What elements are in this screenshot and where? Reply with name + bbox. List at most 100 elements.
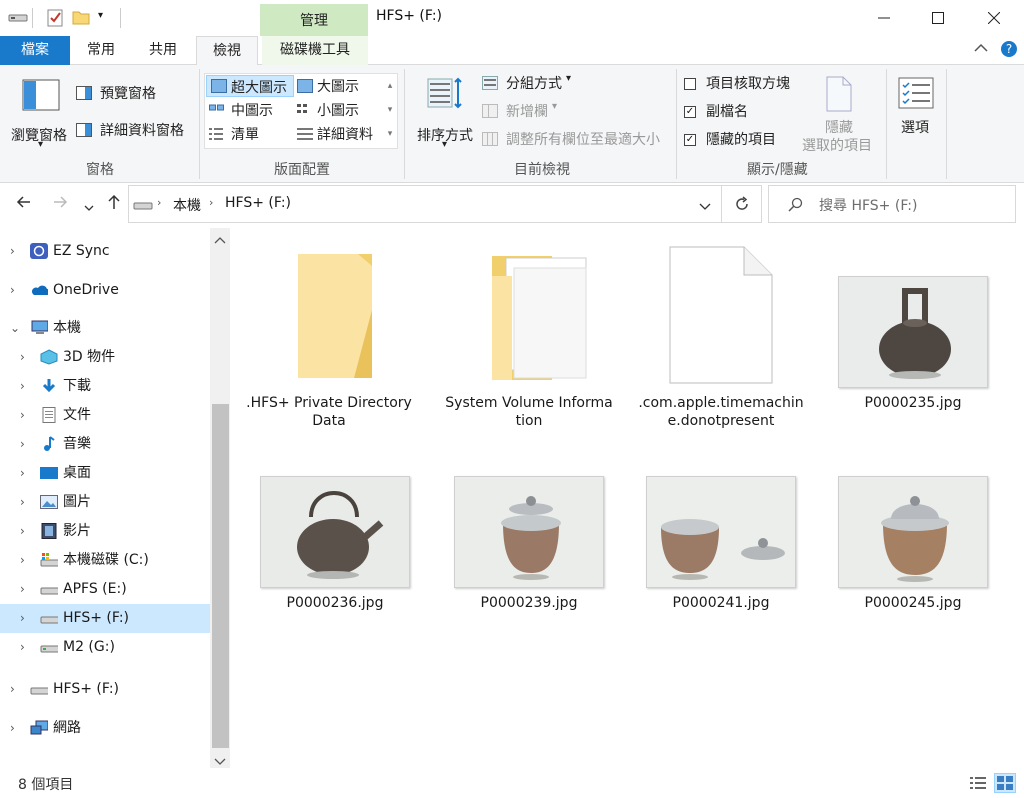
chevron-right-icon[interactable]: › <box>20 517 25 546</box>
nav-item-pictures[interactable]: › 圖片 <box>0 488 210 517</box>
maximize-button[interactable] <box>910 0 966 36</box>
file-extensions-toggle[interactable]: ✓ 副檔名 <box>684 101 804 123</box>
hide-selected-button[interactable]: 隱藏 選取的項目 <box>800 73 880 157</box>
breadcrumb-this-pc[interactable]: 本機 <box>173 195 201 215</box>
recent-locations-button[interactable] <box>84 197 94 216</box>
details-view-icon[interactable] <box>970 775 986 795</box>
details-pane-button[interactable]: 詳細資料窗格 <box>76 120 196 142</box>
new-folder-icon[interactable] <box>72 8 90 30</box>
checkbox[interactable] <box>684 78 696 90</box>
nav-item-onedrive[interactable]: › OneDrive <box>0 276 210 305</box>
file-name: .HFS+ Private Directory Data <box>246 395 412 429</box>
chevron-right-icon[interactable]: › <box>20 546 25 575</box>
nav-item-m2-g[interactable]: › M2 (G:) <box>0 633 210 662</box>
nav-item-local-disk-c[interactable]: › 本機磁碟 (C:) <box>0 546 210 575</box>
nav-item-ez-sync[interactable]: › EZ Sync <box>0 237 210 266</box>
chevron-down-icon[interactable]: ⌄ <box>10 314 20 343</box>
file-item-p0000241[interactable]: P0000241.jpg <box>636 474 806 624</box>
tab-view[interactable]: 檢視 <box>196 36 258 66</box>
collapse-ribbon-icon[interactable] <box>974 42 988 56</box>
navigation-pane-button[interactable]: 瀏覽窗格 ▾ <box>8 73 74 153</box>
breadcrumb-drive[interactable]: HFS+ (F:) <box>225 195 291 211</box>
chevron-right-icon[interactable]: › <box>20 459 25 488</box>
file-item-p0000245[interactable]: P0000245.jpg <box>828 474 998 624</box>
details-pane-label: 詳細資料窗格 <box>100 123 184 139</box>
details-label: 詳細資料 <box>317 127 373 143</box>
tab-file[interactable]: 檔案 <box>0 36 70 65</box>
group-by-button[interactable]: 分組方式 ▾ <box>482 73 582 95</box>
checkbox-checked[interactable]: ✓ <box>684 106 696 118</box>
chevron-right-icon[interactable]: › <box>20 604 25 633</box>
customize-toolbar-icon[interactable]: ▾ <box>98 10 103 21</box>
chevron-right-icon[interactable]: › <box>10 276 15 305</box>
fit-columns-button[interactable]: 調整所有欄位至最適大小 <box>482 129 672 151</box>
drive-icon <box>8 10 28 28</box>
layout-extra-large-icons[interactable]: 超大圖示 <box>206 75 294 97</box>
nav-item-desktop[interactable]: › 桌面 <box>0 459 210 488</box>
chevron-down-icon: ▾ <box>566 73 572 84</box>
options-button[interactable]: 選項 <box>894 73 940 153</box>
nav-item-videos[interactable]: › 影片 <box>0 517 210 546</box>
chevron-right-icon[interactable]: › <box>10 714 15 743</box>
chevron-right-icon[interactable]: › <box>20 343 25 372</box>
file-item-p0000236[interactable]: P0000236.jpg <box>250 474 420 624</box>
tab-share[interactable]: 共用 <box>138 36 188 65</box>
close-button[interactable] <box>966 0 1022 36</box>
checkbox-checked[interactable]: ✓ <box>684 134 696 146</box>
file-item-timemachine[interactable]: .com.apple.timemachine.donotpresent <box>636 246 806 436</box>
chevron-down-icon[interactable] <box>699 199 711 215</box>
nav-item-hfs-f-removable[interactable]: › HFS+ (F:) <box>0 675 210 704</box>
hidden-items-toggle[interactable]: ✓ 隱藏的項目 <box>684 129 804 151</box>
large-icons-view-icon[interactable] <box>994 773 1016 793</box>
chevron-right-icon[interactable]: › <box>20 575 25 604</box>
nav-item-network[interactable]: › 網路 <box>0 714 210 743</box>
nav-label: 文件 <box>63 407 91 423</box>
tab-drive-tools[interactable]: 磁碟機工具 <box>262 36 368 65</box>
help-icon[interactable]: ? <box>1000 40 1018 62</box>
chevron-right-icon[interactable]: › <box>20 401 25 430</box>
nav-item-this-pc[interactable]: ⌄ 本機 <box>0 314 210 343</box>
back-button[interactable] <box>16 194 32 214</box>
minimize-button[interactable] <box>856 0 912 36</box>
layout-details[interactable]: 詳細資料 <box>297 124 383 146</box>
address-bar[interactable]: › 本機 › HFS+ (F:) <box>128 185 722 223</box>
chevron-right-icon[interactable]: › <box>10 237 15 266</box>
up-button[interactable] <box>106 194 122 214</box>
chevron-right-icon[interactable]: › <box>20 633 25 662</box>
chevron-right-icon[interactable]: › <box>157 196 161 209</box>
scroll-up-icon[interactable] <box>214 232 226 248</box>
layout-medium-icons[interactable]: 中圖示 <box>209 100 295 122</box>
file-item-system-volume[interactable]: System Volume Information <box>444 246 614 436</box>
tab-home[interactable]: 常用 <box>76 36 126 65</box>
item-checkboxes-toggle[interactable]: 項目核取方塊 <box>684 73 804 95</box>
chevron-right-icon[interactable]: › <box>20 430 25 459</box>
sort-by-button[interactable]: 排序方式 ▾ <box>414 73 476 153</box>
chevron-right-icon[interactable]: › <box>209 196 213 209</box>
layout-small-icons[interactable]: 小圖示 <box>297 100 383 122</box>
preview-pane-button[interactable]: 預覽窗格 <box>76 83 186 105</box>
nav-item-3d-objects[interactable]: › 3D 物件 <box>0 343 210 372</box>
forward-button[interactable] <box>52 194 68 214</box>
nav-item-hfs-f[interactable]: › HFS+ (F:) <box>0 604 210 633</box>
properties-icon[interactable] <box>46 8 64 32</box>
manage-context-tab[interactable]: 管理 <box>260 4 368 36</box>
refresh-button[interactable] <box>722 185 762 223</box>
chevron-right-icon[interactable]: › <box>20 488 25 517</box>
search-box[interactable]: 搜尋 HFS+ (F:) <box>768 185 1016 223</box>
chevron-right-icon[interactable]: › <box>20 372 25 401</box>
nav-item-documents[interactable]: › 文件 <box>0 401 210 430</box>
file-item-p0000235[interactable]: P0000235.jpg <box>828 246 998 436</box>
gallery-scroll[interactable]: ▴ ▾ ▾ <box>383 74 397 148</box>
file-item-hfs-private[interactable]: .HFS+ Private Directory Data <box>244 246 414 436</box>
add-columns-button[interactable]: 新增欄 ▾ <box>482 101 582 123</box>
file-item-p0000239[interactable]: P0000239.jpg <box>444 474 614 624</box>
nav-label: 網路 <box>53 720 81 736</box>
layout-list[interactable]: 清單 <box>209 124 295 146</box>
nav-item-apfs-e[interactable]: › APFS (E:) <box>0 575 210 604</box>
chevron-down-icon: ▾ <box>38 139 44 150</box>
scrollbar-thumb[interactable] <box>212 404 229 748</box>
nav-item-downloads[interactable]: › 下載 <box>0 372 210 401</box>
nav-item-music[interactable]: › 音樂 <box>0 430 210 459</box>
chevron-right-icon[interactable]: › <box>10 675 15 704</box>
layout-large-icons[interactable]: 大圖示 <box>297 76 383 98</box>
